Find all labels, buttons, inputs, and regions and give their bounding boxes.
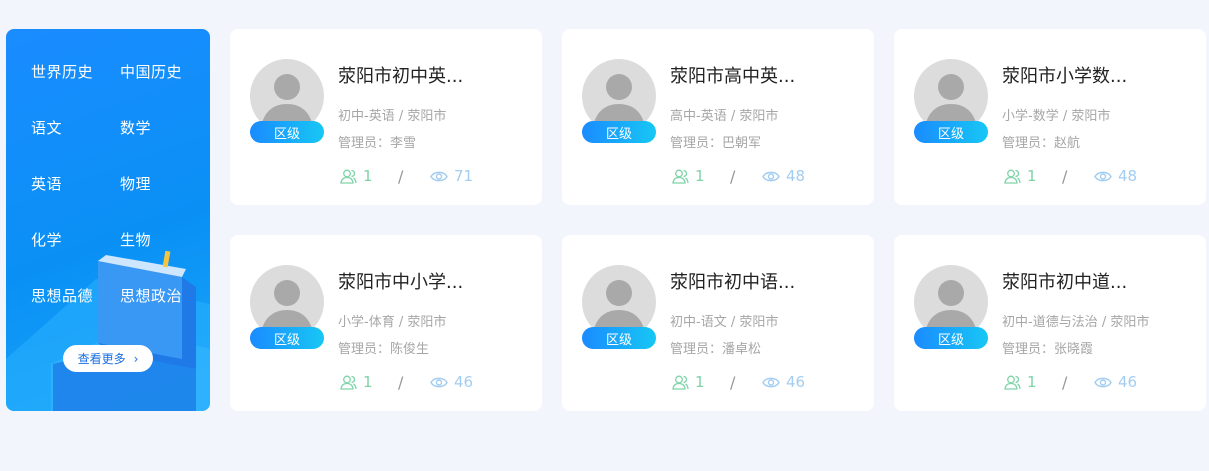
members-stat: 1 (672, 167, 705, 185)
subject-ideology-politics[interactable]: 思想政治 (120, 285, 182, 306)
studio-card[interactable]: 区级 荥阳市高中英... 高中-英语 / 荥阳市 管理员：巴朝军 1 / 48 (562, 29, 874, 205)
avatar-wrap: 区级 (914, 265, 988, 349)
card-admin: 管理员：巴朝军 (670, 136, 762, 151)
card-admin: 管理员：赵航 (1002, 136, 1081, 151)
card-admin: 管理员：潘卓松 (670, 342, 762, 357)
views-count: 48 (1118, 167, 1138, 185)
members-stat: 1 (672, 373, 705, 391)
stats-separator: / (398, 373, 404, 392)
studio-card[interactable]: 区级 荥阳市初中语... 初中-语文 / 荥阳市 管理员：潘卓松 1 / 46 (562, 235, 874, 411)
members-icon (1004, 169, 1021, 184)
members-icon (340, 169, 357, 184)
card-title[interactable]: 荥阳市初中语... (670, 268, 795, 294)
eye-icon (1094, 377, 1112, 387)
subject-physics[interactable]: 物理 (120, 173, 151, 194)
members-count: 1 (695, 373, 705, 391)
card-stats: 1 / 46 (670, 373, 870, 393)
card-category: 小学-体育 / 荥阳市 (338, 315, 447, 330)
eye-icon (762, 377, 780, 387)
members-stat: 1 (340, 167, 373, 185)
avatar-wrap: 区级 (582, 265, 656, 349)
level-badge: 区级 (914, 121, 988, 143)
card-stats: 1 / 71 (338, 167, 538, 187)
members-stat: 1 (1004, 373, 1037, 391)
card-category: 初中-语文 / 荥阳市 (670, 315, 779, 330)
members-stat: 1 (340, 373, 373, 391)
subject-english[interactable]: 英语 (31, 173, 62, 194)
subject-math[interactable]: 数学 (120, 117, 151, 138)
views-count: 48 (786, 167, 806, 185)
card-category: 初中-道德与法治 / 荥阳市 (1002, 315, 1150, 330)
members-icon (672, 375, 689, 390)
views-stat: 48 (1094, 167, 1137, 185)
view-more-label: 查看更多 (77, 352, 126, 366)
card-admin: 管理员：张晓霞 (1002, 342, 1094, 357)
subject-sidebar: 世界历史 中国历史 语文 数学 英语 物理 化学 生物 思想品德 思想政治 查看… (6, 29, 210, 411)
card-admin: 管理员：陈俊生 (338, 342, 430, 357)
stats-separator: / (730, 373, 736, 392)
subject-chinese-history[interactable]: 中国历史 (120, 61, 182, 82)
eye-icon (1094, 171, 1112, 181)
members-count: 1 (1027, 373, 1037, 391)
subject-ideology-morality[interactable]: 思想品德 (31, 285, 93, 306)
avatar-wrap: 区级 (250, 59, 324, 143)
level-badge: 区级 (582, 327, 656, 349)
card-category: 初中-英语 / 荥阳市 (338, 109, 447, 124)
stats-separator: / (398, 167, 404, 186)
members-icon (672, 169, 689, 184)
subject-chemistry[interactable]: 化学 (31, 229, 62, 250)
eye-icon (762, 171, 780, 181)
views-stat: 71 (430, 167, 473, 185)
views-count: 46 (786, 373, 806, 391)
stats-separator: / (1062, 373, 1068, 392)
chevron-right-icon: › (133, 351, 139, 366)
members-icon (340, 375, 357, 390)
studio-card[interactable]: 区级 荥阳市初中英... 初中-英语 / 荥阳市 管理员：李雪 1 / 71 (230, 29, 542, 205)
avatar-wrap: 区级 (582, 59, 656, 143)
views-count: 46 (454, 373, 474, 391)
card-title[interactable]: 荥阳市中小学... (338, 268, 463, 294)
subject-biology[interactable]: 生物 (120, 229, 151, 250)
card-title[interactable]: 荥阳市初中道... (1002, 268, 1127, 294)
members-stat: 1 (1004, 167, 1037, 185)
level-badge: 区级 (250, 327, 324, 349)
members-icon (1004, 375, 1021, 390)
card-title[interactable]: 荥阳市高中英... (670, 62, 795, 88)
avatar-wrap: 区级 (250, 265, 324, 349)
views-stat: 46 (762, 373, 805, 391)
views-count: 71 (454, 167, 474, 185)
card-title[interactable]: 荥阳市初中英... (338, 62, 463, 88)
subject-chinese[interactable]: 语文 (31, 117, 62, 138)
studio-card[interactable]: 区级 荥阳市初中道... 初中-道德与法治 / 荥阳市 管理员：张晓霞 1 / … (894, 235, 1206, 411)
views-stat: 48 (762, 167, 805, 185)
studio-card[interactable]: 区级 荥阳市小学数... 小学-数学 / 荥阳市 管理员：赵航 1 / 48 (894, 29, 1206, 205)
members-count: 1 (363, 167, 373, 185)
card-stats: 1 / 46 (1002, 373, 1202, 393)
members-count: 1 (695, 167, 705, 185)
stats-separator: / (730, 167, 736, 186)
level-badge: 区级 (914, 327, 988, 349)
stats-separator: / (1062, 167, 1068, 186)
view-more-button[interactable]: 查看更多 › (63, 345, 153, 372)
level-badge: 区级 (250, 121, 324, 143)
card-admin: 管理员：李雪 (338, 136, 417, 151)
members-count: 1 (1027, 167, 1037, 185)
studio-card[interactable]: 区级 荥阳市中小学... 小学-体育 / 荥阳市 管理员：陈俊生 1 / 46 (230, 235, 542, 411)
card-stats: 1 / 48 (670, 167, 870, 187)
level-badge: 区级 (582, 121, 656, 143)
eye-icon (430, 171, 448, 181)
card-stats: 1 / 48 (1002, 167, 1202, 187)
avatar-wrap: 区级 (914, 59, 988, 143)
card-title[interactable]: 荥阳市小学数... (1002, 62, 1127, 88)
card-category: 小学-数学 / 荥阳市 (1002, 109, 1111, 124)
members-count: 1 (363, 373, 373, 391)
views-stat: 46 (430, 373, 473, 391)
views-stat: 46 (1094, 373, 1137, 391)
subject-world-history[interactable]: 世界历史 (31, 61, 93, 82)
card-stats: 1 / 46 (338, 373, 538, 393)
views-count: 46 (1118, 373, 1138, 391)
card-category: 高中-英语 / 荥阳市 (670, 109, 779, 124)
eye-icon (430, 377, 448, 387)
